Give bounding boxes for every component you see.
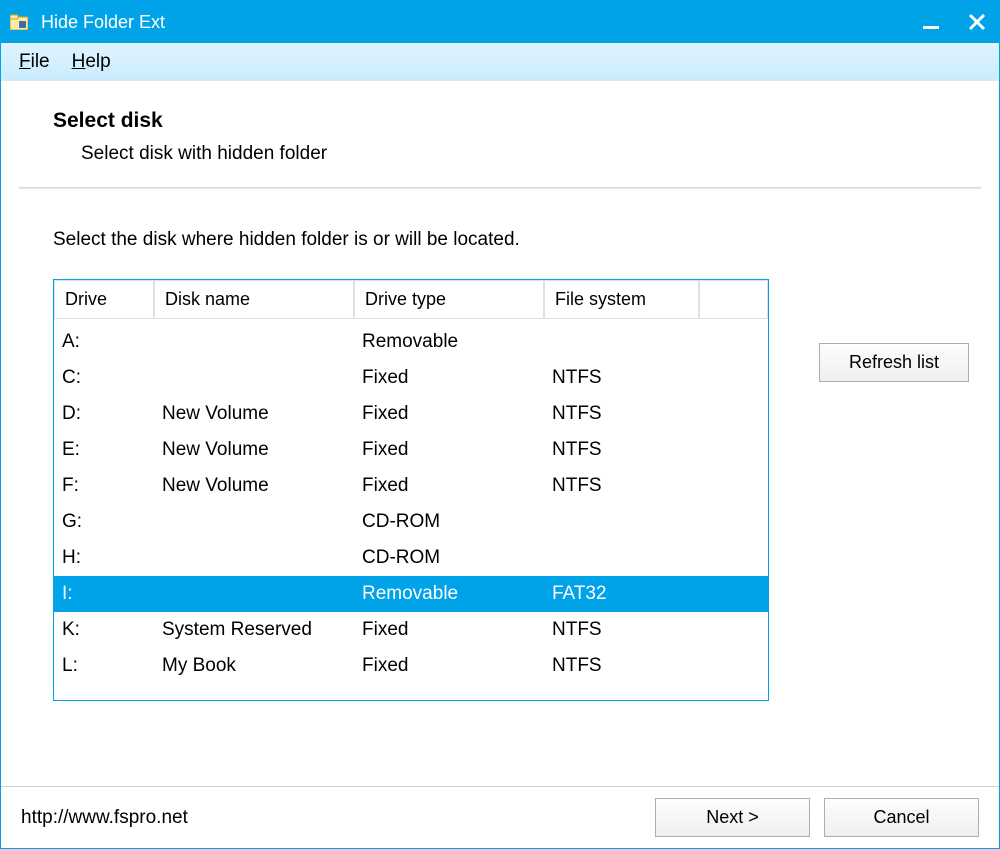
column-header-filesystem[interactable]: File system bbox=[544, 280, 699, 319]
app-icon bbox=[9, 12, 29, 32]
cell-file-system: NTFS bbox=[544, 619, 699, 641]
cell-drive-type: Fixed bbox=[354, 403, 544, 425]
instruction-text: Select the disk where hidden folder is o… bbox=[53, 229, 975, 251]
footer-link[interactable]: http://www.fspro.net bbox=[21, 807, 641, 829]
table-row[interactable]: L:My BookFixedNTFS bbox=[54, 648, 768, 684]
cell-disk-name: New Volume bbox=[154, 439, 354, 461]
titlebar: Hide Folder Ext bbox=[1, 1, 999, 43]
table-body: A:RemovableC:FixedNTFSD:New VolumeFixedN… bbox=[54, 320, 768, 700]
close-button[interactable] bbox=[963, 8, 991, 36]
cell-drive: A: bbox=[54, 331, 154, 353]
cell-drive: H: bbox=[54, 547, 154, 569]
app-title: Hide Folder Ext bbox=[41, 12, 917, 33]
table-row[interactable]: I: RemovableFAT32 bbox=[54, 576, 768, 612]
cell-drive: E: bbox=[54, 439, 154, 461]
cell-drive: C: bbox=[54, 367, 154, 389]
minimize-button[interactable] bbox=[917, 8, 945, 36]
table-row[interactable]: K:System ReservedFixedNTFS bbox=[54, 612, 768, 648]
page-subtitle: Select disk with hidden folder bbox=[53, 143, 947, 165]
window-controls bbox=[917, 8, 991, 36]
disk-table: Drive Disk name Drive type File system A… bbox=[53, 279, 769, 701]
cell-file-system: NTFS bbox=[544, 403, 699, 425]
cell-drive: D: bbox=[54, 403, 154, 425]
cancel-button[interactable]: Cancel bbox=[824, 798, 979, 837]
table-row[interactable]: D:New VolumeFixedNTFS bbox=[54, 396, 768, 432]
page-title: Select disk bbox=[53, 109, 947, 133]
column-header-drive[interactable]: Drive bbox=[54, 280, 154, 319]
cell-file-system: NTFS bbox=[544, 367, 699, 389]
footer: http://www.fspro.net Next > Cancel bbox=[1, 786, 999, 848]
column-header-extra[interactable] bbox=[699, 280, 768, 319]
cell-drive-type: Fixed bbox=[354, 655, 544, 677]
cell-file-system: NTFS bbox=[544, 655, 699, 677]
table-header: Drive Disk name Drive type File system bbox=[54, 280, 768, 320]
cell-drive: K: bbox=[54, 619, 154, 641]
main-area: Select the disk where hidden folder is o… bbox=[1, 189, 999, 786]
main-window: Hide Folder Ext File Help Select disk Se… bbox=[0, 0, 1000, 849]
column-header-type[interactable]: Drive type bbox=[354, 280, 544, 319]
content-area: Select disk Select disk with hidden fold… bbox=[1, 81, 999, 848]
cell-drive-type: Removable bbox=[354, 583, 544, 605]
table-row[interactable]: E:New VolumeFixedNTFS bbox=[54, 432, 768, 468]
column-header-name[interactable]: Disk name bbox=[154, 280, 354, 319]
cell-disk-name: New Volume bbox=[154, 475, 354, 497]
cell-drive-type: Fixed bbox=[354, 619, 544, 641]
next-button[interactable]: Next > bbox=[655, 798, 810, 837]
table-row[interactable]: H: CD-ROM bbox=[54, 540, 768, 576]
cell-drive: F: bbox=[54, 475, 154, 497]
cell-drive-type: Fixed bbox=[354, 367, 544, 389]
refresh-button[interactable]: Refresh list bbox=[819, 343, 969, 382]
table-row[interactable]: A: Removable bbox=[54, 324, 768, 360]
cell-file-system: FAT32 bbox=[544, 583, 699, 605]
cell-drive-type: Removable bbox=[354, 331, 544, 353]
cell-drive: I: bbox=[54, 583, 154, 605]
cell-drive: G: bbox=[54, 511, 154, 533]
cell-drive-type: CD-ROM bbox=[354, 547, 544, 569]
cell-disk-name: New Volume bbox=[154, 403, 354, 425]
cell-file-system: NTFS bbox=[544, 439, 699, 461]
menubar: File Help bbox=[1, 43, 999, 81]
cell-drive-type: Fixed bbox=[354, 439, 544, 461]
header-section: Select disk Select disk with hidden fold… bbox=[1, 81, 999, 187]
menu-file[interactable]: File bbox=[19, 51, 50, 73]
cell-disk-name: My Book bbox=[154, 655, 354, 677]
table-row[interactable]: G: CD-ROM bbox=[54, 504, 768, 540]
cell-drive: L: bbox=[54, 655, 154, 677]
menu-help[interactable]: Help bbox=[72, 51, 111, 73]
table-row[interactable]: F:New VolumeFixedNTFS bbox=[54, 468, 768, 504]
table-row[interactable]: C: FixedNTFS bbox=[54, 360, 768, 396]
side-buttons: Refresh list bbox=[819, 279, 969, 382]
cell-drive-type: CD-ROM bbox=[354, 511, 544, 533]
cell-disk-name: System Reserved bbox=[154, 619, 354, 641]
cell-drive-type: Fixed bbox=[354, 475, 544, 497]
cell-file-system: NTFS bbox=[544, 475, 699, 497]
